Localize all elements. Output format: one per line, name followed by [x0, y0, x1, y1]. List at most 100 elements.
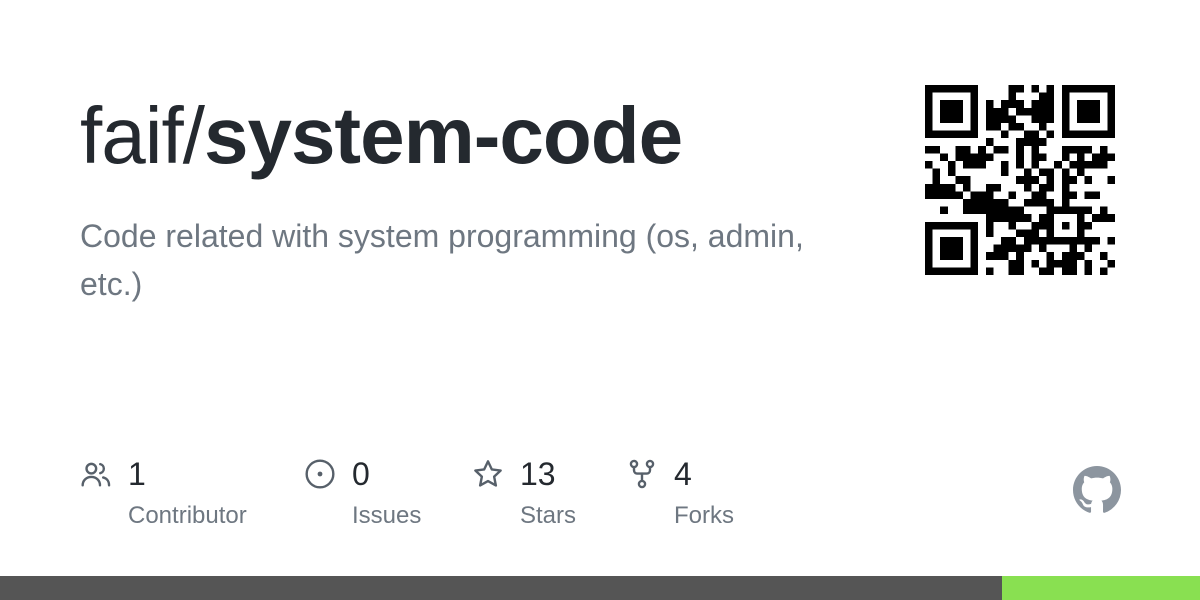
qr-module	[1008, 214, 1017, 222]
qr-module	[963, 199, 971, 207]
qr-module	[1084, 161, 1093, 169]
qr-module	[970, 267, 979, 275]
qr-module	[932, 85, 941, 93]
qr-module	[1061, 183, 1070, 192]
forks-label: Forks	[674, 502, 734, 529]
github-logo-icon[interactable]	[1073, 466, 1121, 514]
qr-module	[925, 161, 933, 169]
qr-module	[1023, 237, 1032, 245]
repo-name: system-code	[203, 91, 683, 180]
qr-module	[970, 153, 979, 161]
qr-module	[955, 237, 963, 245]
qr-module	[955, 267, 963, 275]
language-segment-primary	[0, 576, 1002, 600]
people-icon	[81, 462, 111, 487]
language-segment-secondary	[1002, 576, 1200, 600]
qr-module	[1039, 92, 1047, 101]
qr-module	[985, 199, 994, 207]
qr-module	[993, 115, 1001, 123]
issues-count: 0	[352, 456, 370, 492]
qr-module	[1084, 130, 1093, 139]
qr-module	[1046, 115, 1055, 123]
qr-module	[1099, 252, 1108, 260]
qr-module	[1084, 145, 1093, 154]
qr-module	[955, 244, 963, 253]
qr-module	[947, 115, 956, 123]
qr-module	[940, 244, 948, 253]
qr-module	[940, 183, 948, 192]
qr-module	[1069, 130, 1077, 139]
repo-title[interactable]: faif/system-code	[80, 86, 683, 186]
qr-module	[925, 107, 933, 116]
qr-module	[1016, 244, 1024, 253]
qr-module	[947, 161, 956, 169]
repo-owner: faif/	[80, 91, 205, 180]
qr-module	[1061, 107, 1070, 116]
qr-module	[1092, 107, 1100, 116]
qr-module	[1008, 244, 1017, 253]
qr-module	[932, 176, 941, 184]
qr-module	[1008, 92, 1017, 101]
qr-module	[1061, 85, 1070, 93]
qr-module	[932, 191, 941, 199]
qr-module	[970, 206, 979, 215]
qr-module	[1039, 168, 1047, 177]
qr-module	[955, 115, 963, 123]
qr-module	[1016, 123, 1024, 131]
qr-module	[1061, 267, 1070, 275]
qr-module	[1039, 153, 1047, 161]
qr-module	[985, 107, 994, 116]
qr-module	[970, 259, 979, 268]
qr-module	[1099, 145, 1108, 154]
qr-module	[970, 237, 979, 245]
qr-module	[1054, 237, 1062, 245]
qr-module	[970, 229, 979, 237]
qr-module	[1099, 267, 1108, 275]
qr-module	[1031, 191, 1039, 199]
qr-module	[1001, 161, 1009, 169]
qr-module	[932, 130, 941, 139]
qr-module	[1016, 138, 1024, 146]
qr-module	[985, 138, 994, 146]
qr-module	[993, 244, 1001, 253]
qr-module	[1092, 237, 1100, 245]
qr-module	[970, 221, 979, 230]
qr-module	[925, 259, 933, 268]
qr-module	[1001, 168, 1009, 177]
qr-module	[947, 130, 956, 139]
qr-module	[1092, 161, 1100, 169]
qr-module	[1023, 138, 1032, 146]
qr-module	[932, 168, 941, 177]
qr-module	[1039, 115, 1047, 123]
qr-module	[1069, 206, 1077, 215]
qr-module	[955, 145, 963, 154]
qr-module	[1001, 145, 1009, 154]
qr-module	[963, 85, 971, 93]
qr-module	[1077, 100, 1085, 108]
qr-module	[947, 221, 956, 230]
qr-module	[947, 100, 956, 108]
qr-module	[1031, 229, 1039, 237]
qr-module	[1046, 107, 1055, 116]
qr-module	[1046, 206, 1055, 215]
qr-module	[1107, 237, 1115, 245]
qr-module	[1023, 214, 1032, 222]
qr-module	[1069, 267, 1077, 275]
qr-module	[1031, 107, 1039, 116]
qr-module	[925, 130, 933, 139]
qr-code	[925, 85, 1115, 275]
qr-module	[1099, 214, 1108, 222]
qr-module	[947, 237, 956, 245]
qr-module	[1077, 145, 1085, 154]
qr-module	[1016, 145, 1024, 154]
qr-module	[947, 191, 956, 199]
qr-module	[970, 199, 979, 207]
qr-module	[1092, 85, 1100, 93]
qr-module	[1069, 244, 1077, 253]
qr-module	[1092, 153, 1100, 161]
qr-module	[1092, 100, 1100, 108]
qr-module	[947, 85, 956, 93]
qr-module	[1008, 259, 1017, 268]
qr-module	[1107, 259, 1115, 268]
qr-module	[1023, 168, 1032, 177]
